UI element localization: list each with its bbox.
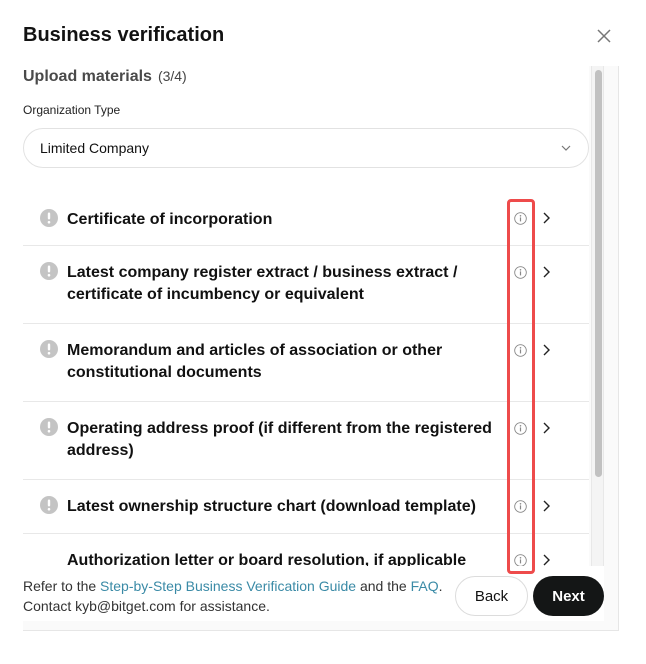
faq-link[interactable]: FAQ bbox=[411, 578, 439, 594]
next-button[interactable]: Next bbox=[533, 576, 604, 616]
info-icon[interactable] bbox=[514, 266, 527, 279]
chevron-right-icon[interactable] bbox=[541, 421, 551, 435]
warning-icon bbox=[40, 262, 58, 280]
warning-icon bbox=[40, 209, 58, 227]
organization-type-value: Limited Company bbox=[40, 140, 149, 156]
info-icon[interactable] bbox=[514, 500, 527, 513]
document-label: Latest company register extract / busine… bbox=[67, 264, 458, 303]
document-item[interactable]: Latest ownership structure chart (downlo… bbox=[23, 480, 589, 534]
step-counter: (3/4) bbox=[157, 68, 187, 84]
back-button[interactable]: Back bbox=[455, 576, 528, 616]
section-title: Upload materials (3/4) bbox=[23, 68, 187, 86]
document-item[interactable]: Operating address proof (if different fr… bbox=[23, 402, 589, 480]
organization-type-select[interactable]: Limited Company bbox=[23, 128, 589, 168]
chevron-right-icon[interactable] bbox=[541, 553, 551, 566]
info-icon[interactable] bbox=[514, 344, 527, 357]
warning-icon bbox=[40, 340, 58, 358]
scrollbar-thumb[interactable] bbox=[595, 70, 602, 477]
dialog-body: Upload materials (3/4) Organization Type … bbox=[23, 66, 619, 631]
document-item[interactable]: Certificate of incorporation bbox=[23, 192, 589, 246]
info-icon[interactable] bbox=[514, 422, 527, 435]
document-label: Certificate of incorporation bbox=[67, 211, 273, 228]
scroll-content: Upload materials (3/4) Organization Type … bbox=[23, 66, 589, 566]
document-item[interactable]: Memorandum and articles of association o… bbox=[23, 324, 589, 402]
contact-text: Contact kyb@bitget.com for assistance. bbox=[23, 598, 270, 614]
dialog-title: Business verification bbox=[23, 24, 225, 46]
dialog-footer: Refer to the Step-by-Step Business Verif… bbox=[23, 566, 604, 621]
warning-icon bbox=[40, 418, 58, 436]
help-text: Refer to the Step-by-Step Business Verif… bbox=[23, 576, 442, 616]
chevron-right-icon[interactable] bbox=[541, 211, 551, 225]
document-label: Authorization letter or board resolution… bbox=[67, 552, 467, 566]
chevron-right-icon[interactable] bbox=[541, 265, 551, 279]
info-icon[interactable] bbox=[514, 554, 527, 566]
chevron-right-icon[interactable] bbox=[541, 343, 551, 357]
warning-icon bbox=[40, 496, 58, 514]
document-label: Latest ownership structure chart (downlo… bbox=[67, 498, 476, 515]
organization-type-label: Organization Type bbox=[23, 103, 121, 117]
document-list: Certificate of incorporation Latest comp… bbox=[23, 192, 589, 566]
help-text-middle: and the bbox=[356, 578, 411, 594]
document-label: Memorandum and articles of association o… bbox=[67, 342, 443, 381]
info-icon[interactable] bbox=[514, 212, 527, 225]
document-item[interactable]: Authorization letter or board resolution… bbox=[23, 534, 589, 566]
section-title-text: Upload materials bbox=[23, 68, 152, 85]
verification-guide-link[interactable]: Step-by-Step Business Verification Guide bbox=[100, 578, 356, 594]
chevron-down-icon bbox=[561, 145, 571, 151]
chevron-right-icon[interactable] bbox=[541, 499, 551, 513]
help-text-prefix: Refer to the bbox=[23, 578, 101, 594]
document-item[interactable]: Latest company register extract / busine… bbox=[23, 246, 589, 324]
close-icon[interactable] bbox=[594, 26, 614, 46]
document-label: Operating address proof (if different fr… bbox=[67, 420, 492, 459]
help-text-suffix: . bbox=[438, 578, 443, 594]
scrollbar[interactable] bbox=[591, 66, 604, 566]
